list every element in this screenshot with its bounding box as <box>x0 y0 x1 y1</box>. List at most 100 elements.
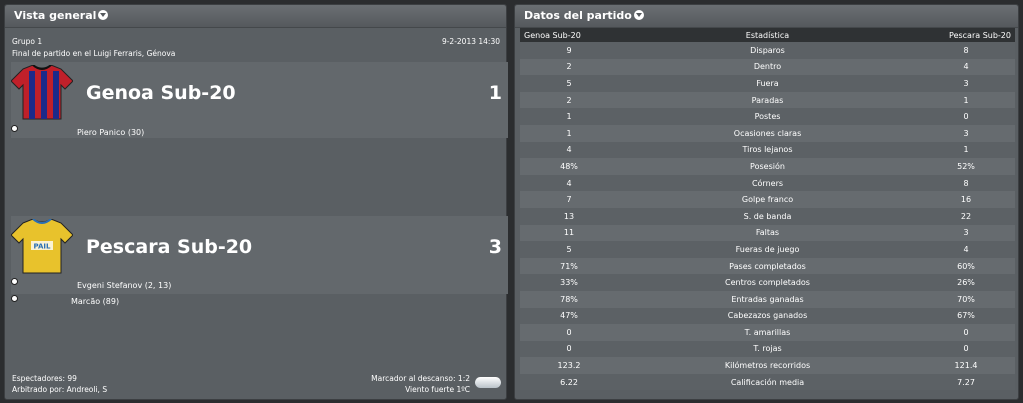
chevron-down-icon[interactable] <box>98 10 109 20</box>
match-data-title: Datos del partido <box>524 9 632 22</box>
spectators-label: Espectadores: 99 <box>12 374 77 383</box>
ball-icon <box>11 295 18 302</box>
stat-row: 123.2 Kilómetros recorridos 121.4 <box>520 357 1015 374</box>
stat-row: 48% Posesión 52% <box>520 158 1015 175</box>
stat-stat-cell: Paradas <box>618 91 917 109</box>
stat-away-cell: 26% <box>917 274 1015 291</box>
stat-away-cell: 8 <box>917 42 1015 59</box>
stat-away-cell: 0 <box>917 324 1015 341</box>
stat-home-cell: 0 <box>520 324 618 341</box>
stat-home-cell: 7 <box>520 191 618 208</box>
stats-header-row: Genoa Sub-20 Estadística Pescara Sub-20 <box>520 28 1015 42</box>
stat-home-cell: 1 <box>520 124 618 142</box>
weather-label: Viento fuerte 1ºC <box>405 385 470 394</box>
stat-home-cell: 123.2 <box>520 357 618 374</box>
stat-row: 9 Disparos 8 <box>520 42 1015 59</box>
stat-row: 78% Entradas ganadas 70% <box>520 290 1015 308</box>
stat-row: 33% Centros completados 26% <box>520 274 1015 291</box>
home-team-name[interactable]: Genoa Sub-20 <box>86 82 236 104</box>
stat-away-cell: 0 <box>917 340 1015 358</box>
stat-away-cell: 121.4 <box>917 357 1015 374</box>
stat-row: 4 Tiros lejanos 1 <box>520 141 1015 159</box>
stat-home-cell: 4 <box>520 174 618 192</box>
stats-table: Genoa Sub-20 Estadística Pescara Sub-20 … <box>520 28 1015 391</box>
stat-row: 0 T. rojas 0 <box>520 340 1015 358</box>
stat-row: 11 Faltas 3 <box>520 224 1015 242</box>
stat-stat-cell: Disparos <box>618 42 917 59</box>
ball-icon <box>11 278 18 285</box>
overview-panel: Vista general Grupo 1 9-2-2013 14:30 Fin… <box>4 4 508 400</box>
stat-home-cell: 6.22 <box>520 373 618 391</box>
stat-away-cell: 4 <box>917 58 1015 76</box>
overview-title: Vista general <box>14 9 97 22</box>
stat-row: 5 Fuera 3 <box>520 75 1015 92</box>
stat-row: 1 Postes 0 <box>520 108 1015 125</box>
stat-away-cell: 52% <box>917 158 1015 175</box>
stat-stat-cell: Cabezazos ganados <box>618 307 917 325</box>
stat-away-cell: 60% <box>917 257 1015 275</box>
match-date: 9-2-2013 14:30 <box>441 37 500 46</box>
stat-home-cell: 47% <box>520 307 618 325</box>
stat-away-cell: 3 <box>917 75 1015 92</box>
stat-row: 0 T. amarillas 0 <box>520 324 1015 341</box>
stat-home-cell: 78% <box>520 290 618 308</box>
stat-stat-cell: Golpe franco <box>618 191 917 208</box>
stat-away-cell: 70% <box>917 290 1015 308</box>
venue-label: Final de partido en el Luigi Ferraris, G… <box>12 49 176 58</box>
stat-stat-cell: Dentro <box>618 58 917 76</box>
stat-away-cell: 1 <box>917 91 1015 109</box>
stats-body: 9 Disparos 8 2 Dentro 4 5 Fuera 3 2 Paradas 1 1 Poste… <box>520 42 1015 391</box>
match-data-header[interactable]: Datos del partido <box>515 5 1018 28</box>
stat-stat-cell: T. rojas <box>618 340 917 358</box>
stat-stat-cell: Calificación media <box>618 373 917 391</box>
stat-stat-cell: Ocasiones claras <box>618 124 917 142</box>
stat-home-cell: 5 <box>520 75 618 92</box>
stat-stat-cell: Postes <box>618 108 917 125</box>
chevron-down-icon[interactable] <box>633 10 644 20</box>
halftime-score: Marcador al descanso: 1:2 <box>371 374 470 383</box>
stat-stat-cell: Pases completados <box>618 257 917 275</box>
home-team-block: Genoa Sub-20 1 Piero Panico (30) <box>11 62 508 138</box>
stat-home-cell: 0 <box>520 340 618 358</box>
stat-stat-cell: Fuera <box>618 75 917 92</box>
stat-row: 7 Golpe franco 16 <box>520 191 1015 208</box>
away-team-block: PAIL Pescara Sub-20 3 Evgeni Stefanov (2… <box>11 216 508 294</box>
stat-stat-cell: Entradas ganadas <box>618 290 917 308</box>
stat-home-cell: 5 <box>520 241 618 258</box>
stat-header: Estadística <box>618 28 917 42</box>
away-scorer[interactable]: Marcão (89) <box>71 297 119 306</box>
away-team-header: Pescara Sub-20 <box>917 28 1015 42</box>
stat-row: 2 Paradas 1 <box>520 91 1015 109</box>
away-shirt-sponsor: PAIL <box>34 243 52 251</box>
stat-away-cell: 8 <box>917 174 1015 192</box>
stat-row: 71% Pases completados 60% <box>520 257 1015 275</box>
overview-header[interactable]: Vista general <box>5 5 506 28</box>
stat-home-cell: 1 <box>520 108 618 125</box>
stat-stat-cell: Posesión <box>618 158 917 175</box>
stat-home-cell: 11 <box>520 224 618 242</box>
stat-row: 13 S. de banda 22 <box>520 207 1015 225</box>
home-shirt-icon <box>11 65 73 120</box>
stat-home-cell: 9 <box>520 42 618 59</box>
stat-stat-cell: S. de banda <box>618 207 917 225</box>
stat-stat-cell: Tiros lejanos <box>618 141 917 159</box>
stat-row: 6.22 Calificación media 7.27 <box>520 373 1015 391</box>
stat-stat-cell: Córners <box>618 174 917 192</box>
stat-row: 4 Córners 8 <box>520 174 1015 192</box>
stat-home-cell: 13 <box>520 207 618 225</box>
stat-home-cell: 33% <box>520 274 618 291</box>
stat-away-cell: 7.27 <box>917 373 1015 391</box>
away-team-name[interactable]: Pescara Sub-20 <box>86 236 252 258</box>
away-scorer[interactable]: Evgeni Stefanov (2, 13) <box>77 281 171 290</box>
stat-home-cell: 2 <box>520 58 618 76</box>
stat-row: 5 Fueras de juego 4 <box>520 241 1015 258</box>
home-scorer[interactable]: Piero Panico (30) <box>77 128 144 137</box>
referee-label: Arbitrado por: Andreoli, S <box>12 385 108 394</box>
stat-stat-cell: T. amarillas <box>618 324 917 341</box>
stat-away-cell: 67% <box>917 307 1015 325</box>
stat-row: 1 Ocasiones claras 3 <box>520 124 1015 142</box>
stat-home-cell: 71% <box>520 257 618 275</box>
stat-away-cell: 0 <box>917 108 1015 125</box>
stat-away-cell: 22 <box>917 207 1015 225</box>
stat-stat-cell: Centros completados <box>618 274 917 291</box>
